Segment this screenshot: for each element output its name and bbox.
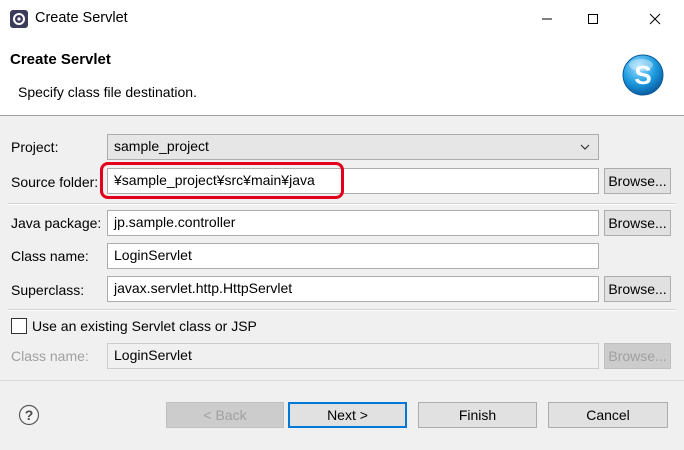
- eclipse-gear-icon: [10, 10, 28, 28]
- superclass-browse-button[interactable]: Browse...: [604, 276, 671, 302]
- maximize-icon: [588, 14, 598, 24]
- project-label: Project:: [11, 139, 59, 155]
- use-existing-label: Use an existing Servlet class or JSP: [32, 318, 257, 334]
- finish-button[interactable]: Finish: [418, 402, 537, 428]
- help-question-icon[interactable]: ?: [18, 404, 40, 426]
- class-name-input[interactable]: LoginServlet: [107, 243, 599, 269]
- minimize-icon: [542, 18, 552, 20]
- existing-class-name-label: Class name:: [11, 348, 89, 364]
- superclass-input[interactable]: javax.servlet.http.HttpServlet: [107, 276, 599, 302]
- servlet-s-logo-icon: S: [622, 54, 664, 96]
- separator: [8, 309, 676, 311]
- java-package-label: Java package:: [11, 215, 102, 231]
- title-bar: Create Servlet: [0, 0, 684, 38]
- existing-class-browse-button: Browse...: [604, 343, 671, 369]
- close-icon: [649, 13, 661, 25]
- next-button[interactable]: Next >: [288, 402, 407, 428]
- maximize-button[interactable]: [570, 0, 616, 38]
- close-button[interactable]: [632, 0, 678, 38]
- back-button: < Back: [166, 402, 284, 428]
- project-value: sample_project: [114, 138, 209, 154]
- java-package-browse-button[interactable]: Browse...: [604, 210, 671, 236]
- chevron-down-icon: [580, 144, 590, 150]
- cancel-button[interactable]: Cancel: [548, 402, 668, 428]
- banner-title: Create Servlet: [10, 51, 111, 68]
- superclass-label: Superclass:: [11, 282, 85, 298]
- banner-description: Specify class file destination.: [18, 84, 197, 100]
- minimize-button[interactable]: [524, 0, 570, 38]
- highlight-annotation: [100, 162, 344, 199]
- existing-class-name-input: LoginServlet: [107, 343, 599, 369]
- project-combo[interactable]: sample_project: [107, 134, 599, 160]
- use-existing-checkbox[interactable]: [11, 318, 27, 334]
- window-title: Create Servlet: [35, 10, 128, 26]
- source-folder-browse-button[interactable]: Browse...: [604, 168, 671, 194]
- source-folder-label: Source folder:: [11, 174, 99, 190]
- footer-separator: [0, 380, 684, 381]
- svg-text:S: S: [634, 60, 651, 90]
- wizard-banner: Create Servlet Specify class file destin…: [0, 38, 684, 116]
- java-package-input[interactable]: jp.sample.controller: [107, 210, 599, 236]
- class-name-label: Class name:: [11, 248, 89, 264]
- separator: [8, 203, 676, 205]
- svg-text:?: ?: [25, 407, 34, 423]
